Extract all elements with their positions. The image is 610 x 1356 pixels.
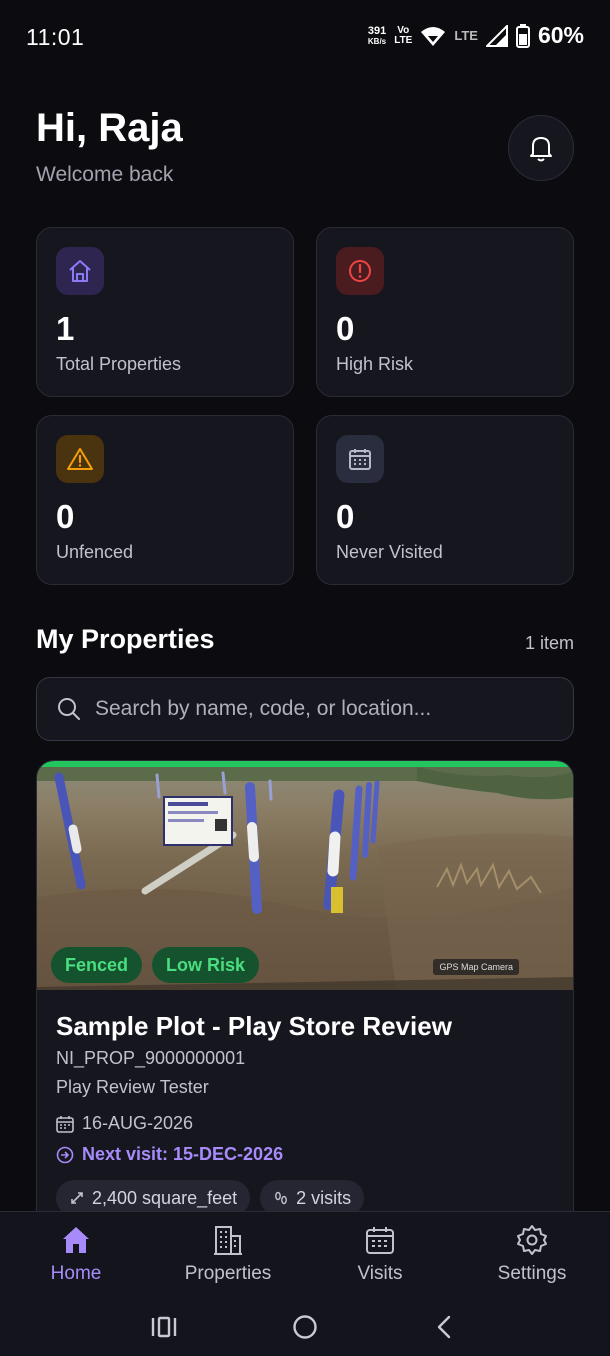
notifications-button[interactable] [508, 115, 574, 181]
stat-label: Total Properties [56, 354, 182, 374]
arrow-circle-icon [56, 1146, 74, 1163]
status-icons: 391 KB/s Vo LTE LTE 60% [368, 22, 584, 49]
property-date-text: 16-AUG-2026 [82, 1113, 194, 1133]
calendar-icon [336, 435, 384, 483]
stat-card-unfenced[interactable]: 0 Unfenced [36, 415, 294, 585]
home-system-button[interactable] [285, 1307, 325, 1347]
bottom-nav: Home Properties Visits Settings [0, 1211, 610, 1299]
stat-card-high-risk[interactable]: 0 High Risk [316, 227, 574, 397]
property-photo: GPS Map Camera Fenced Low Risk [37, 761, 573, 990]
photo-watermark: GPS Map Camera [433, 959, 519, 975]
nav-label: Properties [184, 1263, 272, 1284]
status-time: 11:01 [26, 24, 85, 50]
nav-label: Home [50, 1263, 102, 1284]
recents-icon [151, 1316, 177, 1338]
gear-icon [517, 1225, 547, 1255]
alert-circle-icon [336, 247, 384, 295]
search-input[interactable] [95, 697, 535, 721]
property-date: 16-AUG-2026 [56, 1113, 193, 1134]
property-card[interactable]: GPS Map Camera Fenced Low Risk Sample Pl… [36, 760, 574, 1230]
network-speed: 391 KB/s [367, 24, 387, 46]
circle-home-icon [293, 1315, 317, 1339]
expand-icon [71, 1192, 83, 1204]
search-bar[interactable] [36, 677, 574, 741]
greeting-subtitle: Welcome back [36, 163, 174, 186]
risk-badge: Low Risk [152, 947, 260, 983]
wifi-icon [421, 26, 446, 46]
network-speed-unit: KB/s [367, 36, 387, 46]
system-nav-bar [0, 1299, 610, 1356]
next-visit: Next visit: 15-DEC-2026 [56, 1144, 283, 1165]
recents-button[interactable] [144, 1307, 184, 1347]
calendar-icon [366, 1227, 394, 1254]
stat-card-total-properties[interactable]: 1 Total Properties [36, 227, 294, 397]
back-button[interactable] [424, 1307, 464, 1347]
status-bar: 11:01 391 KB/s Vo LTE LTE 60% [0, 0, 610, 76]
area-text: 2,400 square_feet [92, 1187, 238, 1208]
fenced-badge: Fenced [51, 947, 143, 983]
property-owner: Play Review Tester [56, 1077, 209, 1097]
status-badges: Fenced Low Risk [51, 947, 260, 983]
item-count: 1 item [524, 633, 574, 653]
next-visit-text: Next visit: 15-DEC-2026 [82, 1144, 284, 1164]
stat-value: 0 [56, 498, 75, 535]
stat-label: Never Visited [336, 542, 443, 562]
signal-icon [485, 24, 508, 47]
search-icon [58, 698, 80, 720]
network-speed-value: 391 [367, 24, 387, 37]
nav-label: Visits [357, 1263, 403, 1284]
nav-label: Settings [497, 1263, 567, 1284]
home-icon [56, 247, 104, 295]
stat-label: Unfenced [56, 542, 134, 562]
stat-card-never-visited[interactable]: 0 Never Visited [316, 415, 574, 585]
building-icon [214, 1226, 242, 1255]
volte-indicator: Vo LTE [394, 24, 413, 46]
stat-value: 1 [56, 310, 75, 347]
battery-icon [515, 23, 530, 48]
property-title: Sample Plot - Play Store Review [56, 1011, 452, 1041]
lte-indicator: LTE [454, 28, 478, 43]
calendar-icon [56, 1115, 74, 1133]
warning-triangle-icon [56, 435, 104, 483]
stat-value: 0 [336, 310, 355, 347]
bell-icon [530, 137, 552, 162]
volte-bottom: LTE [394, 34, 413, 46]
property-code: NI_PROP_9000000001 [56, 1048, 246, 1068]
battery-percent: 60% [537, 22, 584, 48]
home-icon [63, 1227, 89, 1253]
section-title: My Properties [36, 624, 215, 654]
greeting-title: Hi, Raja [36, 106, 183, 150]
stat-value: 0 [336, 498, 355, 535]
nav-properties[interactable]: Properties [168, 1224, 288, 1285]
nav-visits[interactable]: Visits [320, 1224, 440, 1285]
nav-settings[interactable]: Settings [472, 1224, 592, 1285]
stat-label: High Risk [336, 354, 414, 374]
visits-text: 2 visits [296, 1187, 352, 1208]
footprints-icon [275, 1191, 288, 1205]
nav-home[interactable]: Home [16, 1224, 136, 1285]
volte-top: Vo [397, 24, 410, 36]
back-arrow-icon [437, 1315, 451, 1339]
